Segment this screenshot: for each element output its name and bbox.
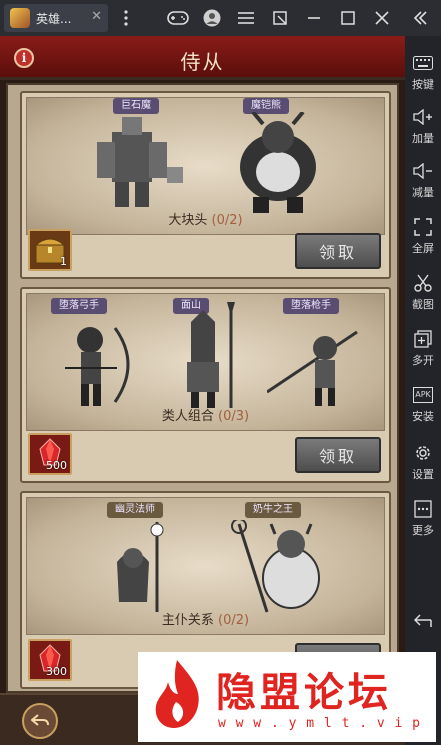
- group-card-1: 巨石魔 魔铠熊 大块头 (0/2) 1 领取: [20, 91, 391, 279]
- sidebar-item-fullscreen[interactable]: 全屏: [405, 216, 441, 256]
- gear-icon: [405, 442, 441, 464]
- page-title: 侍从: [180, 50, 225, 74]
- volume-up-icon: [405, 106, 441, 128]
- group-progress: (0/2): [218, 613, 250, 628]
- more-icon: [405, 498, 441, 520]
- reward-slot[interactable]: 300: [28, 639, 72, 681]
- group-name: 主仆关系: [161, 613, 214, 628]
- cow-king-figure: [231, 520, 320, 613]
- claim-button[interactable]: 领取: [295, 233, 381, 269]
- tab-close-button[interactable]: ✕: [91, 9, 102, 24]
- group-name: 类人组合: [161, 409, 214, 424]
- game-screen: i 侍从 巨石魔 魔铠熊 大块头 (0/2) 1 领取 堕落弓手 面山 堕落枪手…: [0, 36, 405, 745]
- group-name: 大块头: [168, 213, 208, 228]
- reward-quantity: 500: [46, 459, 67, 472]
- hooded-spearman-figure: [187, 302, 235, 408]
- rock-golem-figure: [97, 117, 183, 207]
- minimize-icon[interactable]: [302, 6, 326, 30]
- sidebar-label: 加量: [412, 132, 434, 145]
- fallen-archer-figure: [65, 327, 130, 406]
- collapse-sidebar-icon[interactable]: [408, 6, 432, 30]
- sidebar-item-install-apk[interactable]: APK 安装: [405, 384, 441, 424]
- user-avatar-icon[interactable]: [200, 6, 224, 30]
- group-card-2: 堕落弓手 面山 堕落枪手 类人组合 (0/3) 500 领取: [20, 287, 391, 483]
- group-title: 大块头 (0/2): [27, 209, 384, 228]
- multi-open-icon: [405, 328, 441, 350]
- close-window-icon[interactable]: [370, 6, 394, 30]
- back-arrow-icon: [405, 610, 441, 632]
- gamepad-icon[interactable]: [166, 6, 190, 30]
- game-back-button[interactable]: [22, 703, 58, 739]
- reward-slot[interactable]: 1: [28, 229, 72, 271]
- armored-bear-figure: [240, 112, 316, 213]
- keyboard-icon: [405, 52, 441, 74]
- group-progress: (0/3): [218, 409, 250, 424]
- group-scene: 幽灵法师 奶牛之王 主仆关系 (0/2): [26, 497, 385, 635]
- member-name-badge: 幽灵法师: [107, 502, 163, 518]
- group-scene: 巨石魔 魔铠熊 大块头 (0/2): [26, 97, 385, 235]
- emulator-sidebar: 按键 加量 减量 全屏 截图 多开 APK 安装 设置 更多: [405, 36, 441, 745]
- game-header: i 侍从: [0, 36, 405, 80]
- reward-slot[interactable]: 500: [28, 433, 72, 475]
- app-icon: [10, 8, 30, 28]
- sidebar-label: 安装: [412, 410, 434, 423]
- sidebar-label: 全屏: [412, 242, 434, 255]
- emulator-titlebar: 英雄... ✕: [0, 0, 441, 36]
- fullscreen-icon: [405, 216, 441, 238]
- sidebar-label: 设置: [412, 468, 434, 481]
- flame-logo: [155, 660, 199, 728]
- group-title: 主仆关系 (0/2): [27, 609, 384, 628]
- group-list[interactable]: 巨石魔 魔铠熊 大块头 (0/2) 1 领取 堕落弓手 面山 堕落枪手 类人组合…: [6, 83, 399, 693]
- sidebar-item-volume-up[interactable]: 加量: [405, 106, 441, 146]
- group-progress: (0/2): [211, 213, 243, 228]
- ghost-mage-figure: [117, 522, 164, 612]
- sidebar-label: 按键: [412, 78, 434, 91]
- claim-button[interactable]: 领取: [295, 437, 381, 473]
- fallen-lancer-figure: [267, 330, 358, 406]
- reward-quantity: 1: [60, 255, 67, 268]
- hamburger-menu-icon[interactable]: [234, 6, 258, 30]
- sidebar-item-screenshot[interactable]: 截图: [405, 272, 441, 312]
- sidebar-label: 更多: [412, 524, 434, 537]
- member-name-badge: 堕落枪手: [283, 298, 339, 314]
- member-name-badge: 奶牛之王: [245, 502, 301, 518]
- maximize-icon[interactable]: [336, 6, 360, 30]
- volume-down-icon: [405, 160, 441, 182]
- sidebar-label: 减量: [412, 186, 434, 199]
- site-watermark: 隐盟论坛 w w w . y m l t . v i p: [138, 652, 436, 742]
- watermark-title: 隐盟论坛: [216, 670, 392, 716]
- watermark-url: w w w . y m l t . v i p: [218, 716, 422, 731]
- sidebar-label: 多开: [412, 354, 434, 367]
- app-tab[interactable]: 英雄... ✕: [4, 4, 108, 32]
- scissors-icon: [405, 272, 441, 294]
- apk-icon: APK: [405, 384, 441, 406]
- more-vertical-icon[interactable]: [114, 6, 138, 30]
- sidebar-item-more[interactable]: 更多: [405, 498, 441, 538]
- back-arrow-icon: [31, 714, 49, 726]
- sidebar-item-keymap[interactable]: 按键: [405, 52, 441, 92]
- tab-title: 英雄...: [36, 11, 72, 26]
- group-title: 类人组合 (0/3): [27, 405, 384, 424]
- sidebar-item-settings[interactable]: 设置: [405, 442, 441, 482]
- group-scene: 堕落弓手 面山 堕落枪手 类人组合 (0/3): [26, 293, 385, 431]
- sidebar-label: 截图: [412, 298, 434, 311]
- sidebar-item-multi-open[interactable]: 多开: [405, 328, 441, 368]
- pin-window-icon[interactable]: [268, 6, 292, 30]
- reward-quantity: 300: [46, 665, 67, 678]
- member-name-badge: 堕落弓手: [51, 298, 107, 314]
- sidebar-item-volume-down[interactable]: 减量: [405, 160, 441, 200]
- android-back-button[interactable]: [405, 610, 441, 632]
